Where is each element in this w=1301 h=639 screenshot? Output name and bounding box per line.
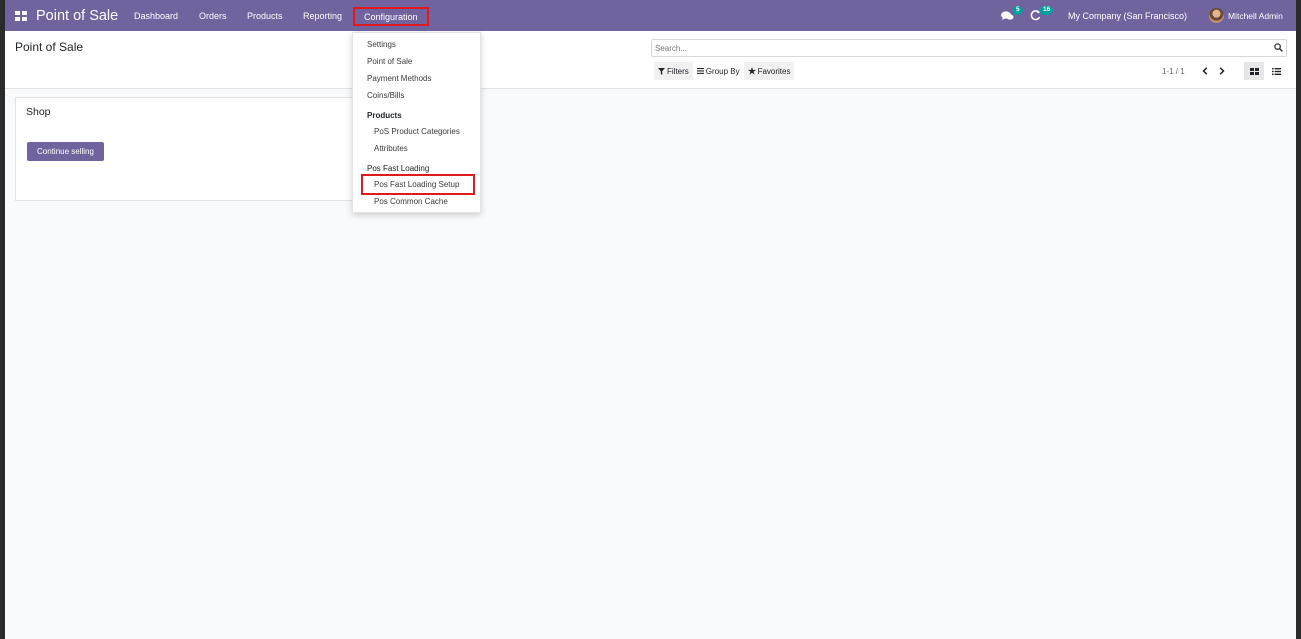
activity-clock-icon[interactable]: 16 xyxy=(1030,0,1054,31)
company-switcher[interactable]: My Company (San Francisco) xyxy=(1068,0,1187,31)
nav-orders[interactable]: Orders xyxy=(199,0,227,31)
search-box[interactable] xyxy=(651,39,1287,57)
app-brand[interactable]: Point of Sale xyxy=(36,0,118,31)
nav-dashboard[interactable]: Dashboard xyxy=(134,0,178,31)
filters-button[interactable]: Filters xyxy=(654,62,693,80)
page-title[interactable]: Point of Sale xyxy=(15,40,83,54)
menu-pos-product-categories[interactable]: PoS Product Categories xyxy=(374,127,460,136)
pager-value[interactable]: 1-1 / 1 xyxy=(1162,62,1185,80)
avatar[interactable] xyxy=(1209,0,1224,31)
favorites-label: Favorites xyxy=(757,66,791,76)
user-menu[interactable]: Mitchell Admin xyxy=(1228,0,1283,31)
menu-pos-common-cache[interactable]: Pos Common Cache xyxy=(374,197,448,206)
pos-config-card: Shop Continue selling xyxy=(15,97,355,201)
pager-next-icon[interactable] xyxy=(1215,62,1229,80)
group-by-label: Group By xyxy=(705,66,740,76)
top-navbar: Point of Sale Dashboard Orders Products … xyxy=(5,0,1296,31)
star-icon xyxy=(747,67,756,75)
menu-pos-fast-loading-setup[interactable]: Pos Fast Loading Setup xyxy=(374,180,459,189)
bars-icon xyxy=(696,68,704,74)
menu-payment-methods[interactable]: Payment Methods xyxy=(367,74,431,83)
search-icon[interactable] xyxy=(1274,43,1283,54)
menu-point-of-sale[interactable]: Point of Sale xyxy=(367,57,412,66)
menu-section-fast-loading: Pos Fast Loading xyxy=(367,164,430,173)
list-view-icon[interactable] xyxy=(1266,62,1286,80)
nav-reporting[interactable]: Reporting xyxy=(303,0,342,31)
apps-grid-icon[interactable] xyxy=(15,0,27,31)
menu-settings[interactable]: Settings xyxy=(367,40,396,49)
card-title: Shop xyxy=(26,106,51,118)
menu-attributes[interactable]: Attributes xyxy=(374,144,408,153)
filters-label: Filters xyxy=(667,66,689,76)
favorites-button[interactable]: Favorites xyxy=(743,62,795,80)
menu-coins-bills[interactable]: Coins/Bills xyxy=(367,91,404,100)
group-by-button[interactable]: Group By xyxy=(693,62,744,80)
nav-products[interactable]: Products xyxy=(247,0,283,31)
funnel-icon xyxy=(658,67,665,75)
search-options: Filters Group By Favorites xyxy=(654,62,795,80)
nav-configuration[interactable]: Configuration xyxy=(353,7,429,26)
continue-selling-button[interactable]: Continue selling xyxy=(27,142,104,161)
menu-section-products: Products xyxy=(367,111,402,120)
activity-badge: 16 xyxy=(1040,6,1054,15)
pager-previous-icon[interactable] xyxy=(1198,62,1212,80)
control-panel: Point of Sale Filters Group By Favorites… xyxy=(5,31,1296,89)
chat-badge: 5 xyxy=(1013,6,1023,15)
app-window: Point of Sale Dashboard Orders Products … xyxy=(5,0,1296,639)
chat-icon[interactable]: 5 xyxy=(1001,0,1023,31)
configuration-dropdown: Settings Point of Sale Payment Methods C… xyxy=(352,32,481,213)
search-input[interactable] xyxy=(655,42,1255,54)
kanban-view-icon[interactable] xyxy=(1244,62,1264,80)
